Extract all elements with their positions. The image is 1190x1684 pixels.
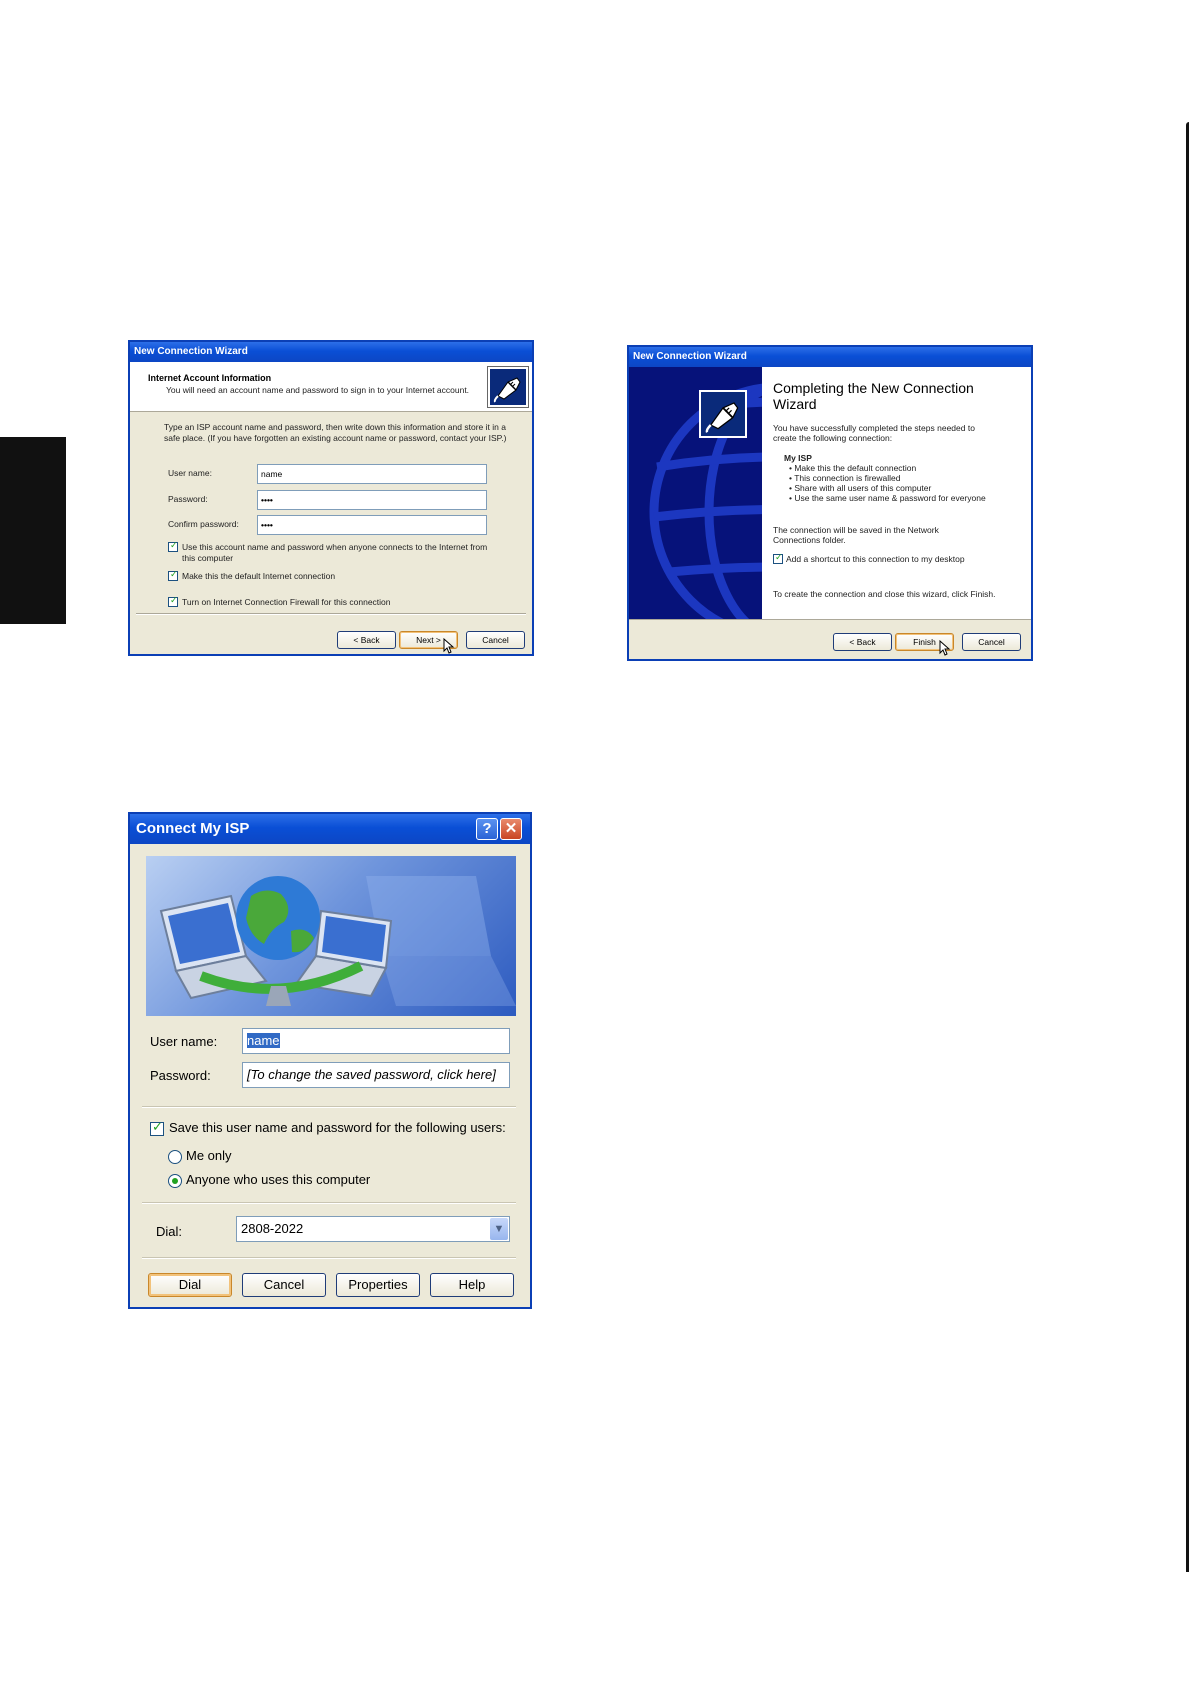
username-input[interactable]: name <box>257 464 487 484</box>
dial-label: Dial: <box>156 1224 183 1239</box>
intro-text-line2: safe place. (If you have forgotten an ex… <box>164 433 507 443</box>
selected-username-text: name <box>247 1033 280 1048</box>
mouse-pointer-icon <box>939 640 951 656</box>
use-account-label-line2: this computer <box>182 553 234 563</box>
summary-bullet: • Make this the default connection <box>789 463 917 473</box>
divider <box>142 1257 516 1259</box>
success-text-line2: create the following connection: <box>773 433 893 443</box>
intro-text-line1: Type an ISP account name and password, t… <box>164 422 506 432</box>
divider <box>142 1202 516 1204</box>
close-title-button[interactable]: ✕ <box>500 818 522 840</box>
window-title[interactable]: New Connection Wizard <box>629 347 1031 367</box>
divider <box>629 619 1031 620</box>
firewall-checkbox[interactable] <box>168 595 178 607</box>
network-cable-icon <box>488 367 528 407</box>
save-credentials-checkbox[interactable] <box>150 1119 164 1136</box>
desktop-shortcut-checkbox[interactable] <box>773 552 783 564</box>
firewall-label: Turn on Internet Connection Firewall for… <box>182 597 391 607</box>
network-connection-banner <box>146 856 516 1016</box>
password-label: Password: <box>168 494 208 504</box>
header-title: Internet Account Information <box>148 373 272 383</box>
laptops-globe-illustration <box>159 876 516 1006</box>
new-connection-wizard-completing-window: New Connection Wizard Completing the New… <box>627 345 1033 661</box>
header-subtitle: You will need an account name and passwo… <box>166 385 470 395</box>
username-input[interactable]: name <box>242 1028 510 1054</box>
completing-heading: Completing the New Connection Wizard <box>773 380 974 412</box>
cancel-button[interactable]: Cancel <box>466 631 525 649</box>
chapter-tab <box>0 437 66 624</box>
desktop-shortcut-label: Add a shortcut to this connection to my … <box>786 554 965 564</box>
dialog-title[interactable]: Connect My ISP <box>130 814 530 844</box>
dial-button[interactable]: Dial <box>148 1273 232 1297</box>
use-account-label-line1: Use this account name and password when … <box>182 542 488 552</box>
connect-my-isp-dialog: Connect My ISP ? ✕ User name: name Passw… <box>128 812 532 1309</box>
new-connection-wizard-account-window: New Connection Wizard Internet Account I… <box>128 340 534 656</box>
properties-button[interactable]: Properties <box>336 1273 420 1297</box>
password-input[interactable]: [To change the saved password, click her… <box>242 1062 510 1088</box>
save-credentials-label: Save this user name and password for the… <box>169 1120 506 1135</box>
chevron-down-icon[interactable]: ▼ <box>490 1218 508 1240</box>
username-label: User name: <box>168 468 212 478</box>
use-account-checkbox[interactable] <box>168 540 178 552</box>
connection-name: My ISP <box>784 453 812 463</box>
back-button[interactable]: < Back <box>833 633 892 651</box>
me-only-label: Me only <box>186 1148 232 1163</box>
me-only-radio[interactable] <box>168 1150 182 1164</box>
password-input[interactable]: •••• <box>257 490 487 510</box>
window-title[interactable]: New Connection Wizard <box>130 342 532 362</box>
username-label: User name: <box>150 1034 218 1049</box>
default-connection-checkbox[interactable] <box>168 569 178 581</box>
back-button[interactable]: < Back <box>337 631 396 649</box>
confirm-password-label: Confirm password: <box>168 519 239 529</box>
divider <box>136 613 526 615</box>
help-button[interactable]: Help <box>430 1273 514 1297</box>
saved-text-line1: The connection will be saved in the Netw… <box>773 525 939 535</box>
network-cable-icon <box>699 390 747 438</box>
summary-bullet: • This connection is firewalled <box>789 473 901 483</box>
dial-number-select[interactable]: 2808-2022 ▼ <box>236 1216 510 1242</box>
help-title-button[interactable]: ? <box>476 818 498 840</box>
divider <box>142 1106 516 1108</box>
finish-instruction: To create the connection and close this … <box>773 589 996 599</box>
success-text-line1: You have successfully completed the step… <box>773 423 975 433</box>
default-connection-label: Make this the default Internet connectio… <box>182 571 336 581</box>
saved-text-line2: Connections folder. <box>773 535 846 545</box>
mouse-pointer-icon <box>443 638 455 654</box>
confirm-password-input[interactable]: •••• <box>257 515 487 535</box>
summary-bullet: • Share with all users of this computer <box>789 483 932 493</box>
anyone-radio[interactable] <box>168 1174 182 1188</box>
cancel-button[interactable]: Cancel <box>242 1273 326 1297</box>
password-label: Password: <box>150 1068 211 1083</box>
page-edge-line <box>1186 122 1189 1572</box>
dial-number-value: 2808-2022 <box>241 1221 304 1236</box>
cancel-button[interactable]: Cancel <box>962 633 1021 651</box>
summary-bullet: • Use the same user name & password for … <box>789 493 986 503</box>
anyone-label: Anyone who uses this computer <box>186 1172 371 1187</box>
